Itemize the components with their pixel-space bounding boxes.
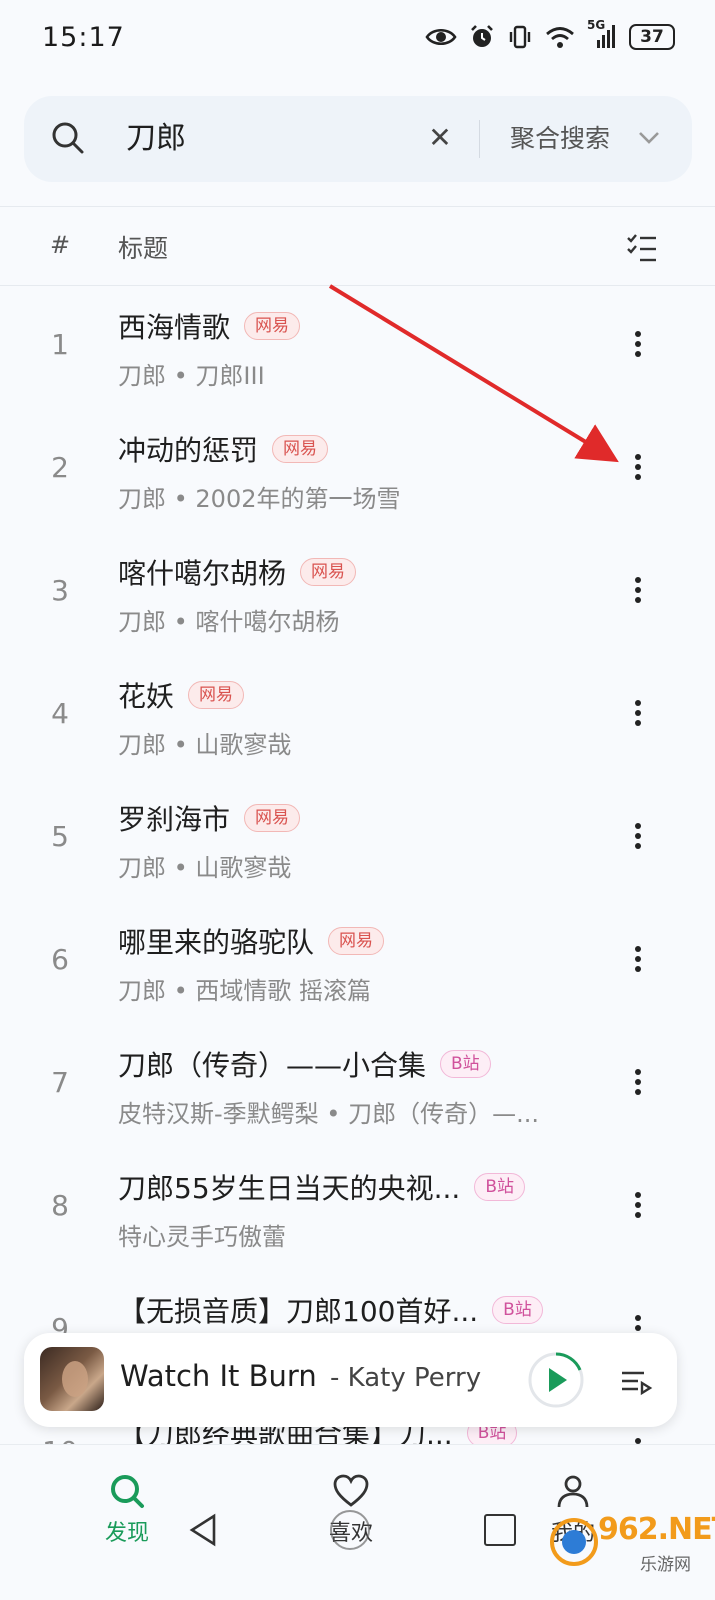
more-options-icon[interactable] xyxy=(624,451,652,487)
user-icon xyxy=(557,1475,589,1508)
song-row[interactable]: 8 刀郎55岁生日当天的央视... B站特心灵手巧傲蕾 xyxy=(0,1147,715,1270)
song-subtitle: 刀郎 • 山歌寥哉 xyxy=(118,731,292,759)
mini-player[interactable]: Watch It Burn - Katy Perry xyxy=(24,1333,677,1427)
song-title-line: 罗刹海市 网易 xyxy=(118,798,301,838)
search-bar[interactable]: 刀郎 ✕ 聚合搜索 xyxy=(24,96,692,182)
column-title-header: 标题 xyxy=(118,234,169,263)
song-subtitle: 刀郎 • 西域情歌 摇滚篇 xyxy=(118,977,372,1005)
search-input[interactable]: 刀郎 xyxy=(126,116,186,162)
network-label: 5G xyxy=(587,18,606,32)
status-time: 15:17 xyxy=(42,22,125,53)
now-playing-artist: - Katy Perry xyxy=(330,1363,482,1393)
watermark-emblem-icon xyxy=(550,1518,598,1566)
source-badge: B站 xyxy=(492,1296,543,1324)
source-badge: 网易 xyxy=(244,804,301,832)
status-bar: 15:17 5G 37 xyxy=(0,0,715,84)
song-subtitle: 特心灵手巧傲蕾 xyxy=(118,1223,286,1251)
song-title: 【无损音质】刀郎100首好... xyxy=(118,1295,479,1328)
song-title-line: 冲动的惩罚 网易 xyxy=(118,429,329,469)
song-row[interactable]: 7 刀郎（传奇）——小合集 B站皮特汉斯-季默鳄梨 • 刀郎（传奇）—... xyxy=(0,1024,715,1147)
song-row[interactable]: 6 哪里来的骆驼队 网易刀郎 • 西域情歌 摇滚篇 xyxy=(0,901,715,1024)
song-title-line: 西海情歌 网易 xyxy=(118,306,301,346)
system-back-button[interactable] xyxy=(186,1512,220,1548)
song-number: 8 xyxy=(51,1189,69,1222)
source-badge: B站 xyxy=(440,1050,491,1078)
more-options-icon[interactable] xyxy=(624,574,652,610)
wifi-icon xyxy=(545,25,575,49)
source-badge: 网易 xyxy=(300,558,357,586)
song-subtitle: 刀郎 • 刀郎III xyxy=(118,362,265,390)
playlist-queue-icon[interactable] xyxy=(618,1363,654,1399)
more-options-icon[interactable] xyxy=(624,328,652,364)
system-home-button[interactable] xyxy=(330,1510,370,1550)
battery-icon: 37 xyxy=(629,24,675,50)
now-playing-title: Watch It Burn xyxy=(120,1359,317,1393)
signal-icon: 5G xyxy=(587,18,617,50)
song-number: 5 xyxy=(51,820,69,853)
play-button[interactable] xyxy=(527,1351,585,1409)
watermark-logo: 962.NET 乐游网 xyxy=(548,1512,715,1592)
song-title-line: 刀郎55岁生日当天的央视... B站 xyxy=(118,1167,526,1207)
source-badge: 网易 xyxy=(244,312,301,340)
column-number-header: # xyxy=(50,231,71,259)
system-recent-button[interactable] xyxy=(484,1514,516,1546)
source-badge: 网易 xyxy=(328,927,385,955)
song-number: 3 xyxy=(51,574,69,607)
heart-icon xyxy=(333,1474,369,1507)
song-title-line: 哪里来的骆驼队 网易 xyxy=(118,921,385,961)
song-subtitle: 刀郎 • 山歌寥哉 xyxy=(118,854,292,882)
song-title: 冲动的惩罚 xyxy=(118,434,259,467)
song-subtitle: 皮特汉斯-季默鳄梨 • 刀郎（传奇）—... xyxy=(118,1100,539,1128)
song-number: 7 xyxy=(51,1066,69,1099)
song-title: 哪里来的骆驼队 xyxy=(118,926,315,959)
watermark-sub: 乐游网 xyxy=(640,1555,691,1575)
chevron-down-icon[interactable] xyxy=(634,122,664,152)
more-options-icon[interactable] xyxy=(624,1189,652,1225)
clear-icon[interactable]: ✕ xyxy=(420,118,460,158)
multi-select-icon[interactable] xyxy=(625,231,659,265)
search-icon xyxy=(111,1475,144,1508)
vibrate-icon xyxy=(507,24,533,50)
song-number: 1 xyxy=(51,328,69,361)
song-title: 刀郎（传奇）——小合集 xyxy=(118,1049,427,1082)
more-options-icon[interactable] xyxy=(624,1066,652,1102)
nav-discover-label: 发现 xyxy=(104,1521,149,1546)
song-title: 罗刹海市 xyxy=(118,803,231,836)
list-header: # 标题 xyxy=(0,206,715,286)
song-title-line: 【无损音质】刀郎100首好... B站 xyxy=(118,1290,543,1330)
more-options-icon[interactable] xyxy=(624,943,652,979)
source-badge: 网易 xyxy=(188,681,245,709)
song-title: 花妖 xyxy=(118,680,175,713)
song-row[interactable]: 5 罗刹海市 网易刀郎 • 山歌寥哉 xyxy=(0,778,715,901)
song-row[interactable]: 4 花妖 网易刀郎 • 山歌寥哉 xyxy=(0,655,715,778)
search-icon xyxy=(52,122,84,154)
song-title: 喀什噶尔胡杨 xyxy=(118,557,287,590)
status-icons: 5G 37 xyxy=(425,18,675,50)
song-row[interactable]: 3 喀什噶尔胡杨 网易刀郎 • 喀什噶尔胡杨 xyxy=(0,532,715,655)
song-title-line: 花妖 网易 xyxy=(118,675,245,715)
song-number: 6 xyxy=(51,943,69,976)
search-mode-selector[interactable]: 聚合搜索 xyxy=(510,116,610,162)
album-art[interactable] xyxy=(40,1347,104,1411)
search-divider xyxy=(479,120,480,158)
song-row[interactable]: 1 西海情歌 网易刀郎 • 刀郎III xyxy=(0,286,715,409)
song-subtitle: 刀郎 • 喀什噶尔胡杨 xyxy=(118,608,340,636)
song-number: 2 xyxy=(51,451,69,484)
source-badge: B站 xyxy=(474,1173,526,1201)
song-title-line: 喀什噶尔胡杨 网易 xyxy=(118,552,357,592)
song-subtitle: 刀郎 • 2002年的第一场雪 xyxy=(118,485,401,513)
alarm-icon xyxy=(469,24,495,50)
source-badge: 网易 xyxy=(272,435,329,463)
nav-discover[interactable]: 发现 xyxy=(82,1471,172,1547)
song-row[interactable]: 2 冲动的惩罚 网易刀郎 • 2002年的第一场雪 xyxy=(0,409,715,532)
song-title: 西海情歌 xyxy=(118,311,231,344)
watermark-brand: 962.NET xyxy=(598,1512,715,1547)
more-options-icon[interactable] xyxy=(624,697,652,733)
song-number: 4 xyxy=(51,697,69,730)
song-title: 刀郎55岁生日当天的央视... xyxy=(118,1172,461,1205)
more-options-icon[interactable] xyxy=(624,820,652,856)
eye-icon xyxy=(425,26,457,48)
song-title-line: 刀郎（传奇）——小合集 B站 xyxy=(118,1044,491,1084)
